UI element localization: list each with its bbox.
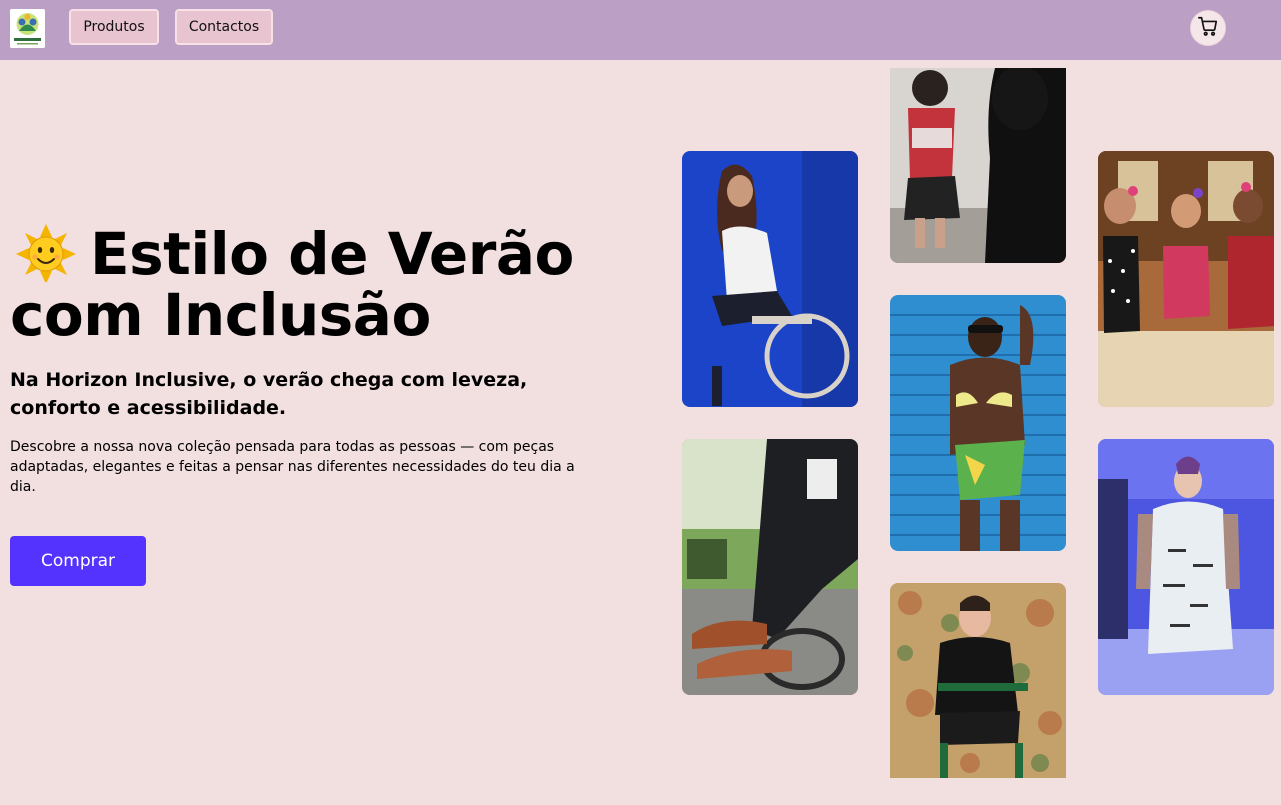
photo-man-wheelchair-park bbox=[682, 439, 858, 695]
photo-child-fitting bbox=[890, 68, 1066, 263]
shopping-cart-icon bbox=[1197, 15, 1219, 41]
hero-title: Estilo de Verão com Inclusão bbox=[10, 222, 610, 346]
horizon-logo[interactable] bbox=[10, 9, 45, 48]
nav-contactos-button[interactable]: Contactos bbox=[175, 9, 273, 45]
cart-button[interactable] bbox=[1190, 10, 1226, 46]
photo-man-floral-background bbox=[890, 583, 1066, 778]
hero-title-line1: Estilo de Verão bbox=[90, 220, 574, 288]
photo-women-beach bbox=[1098, 151, 1274, 407]
nav-produtos-button[interactable]: Produtos bbox=[69, 9, 159, 45]
hero-subtitle: Na Horizon Inclusive, o verão chega com … bbox=[10, 369, 528, 419]
top-navigation-bar: Produtos Contactos bbox=[0, 0, 1281, 60]
photo-model-runway bbox=[1098, 439, 1274, 695]
buy-button[interactable]: Comprar bbox=[10, 536, 146, 586]
photo-woman-wheelchair-blue bbox=[682, 151, 858, 407]
sun-emoji-icon bbox=[10, 222, 80, 284]
hero-description: Descobre a nossa nova coleção pensada pa… bbox=[10, 439, 575, 495]
photo-woman-bikini-blue-wall bbox=[890, 295, 1066, 551]
hero-title-line2: com Inclusão bbox=[10, 281, 431, 349]
